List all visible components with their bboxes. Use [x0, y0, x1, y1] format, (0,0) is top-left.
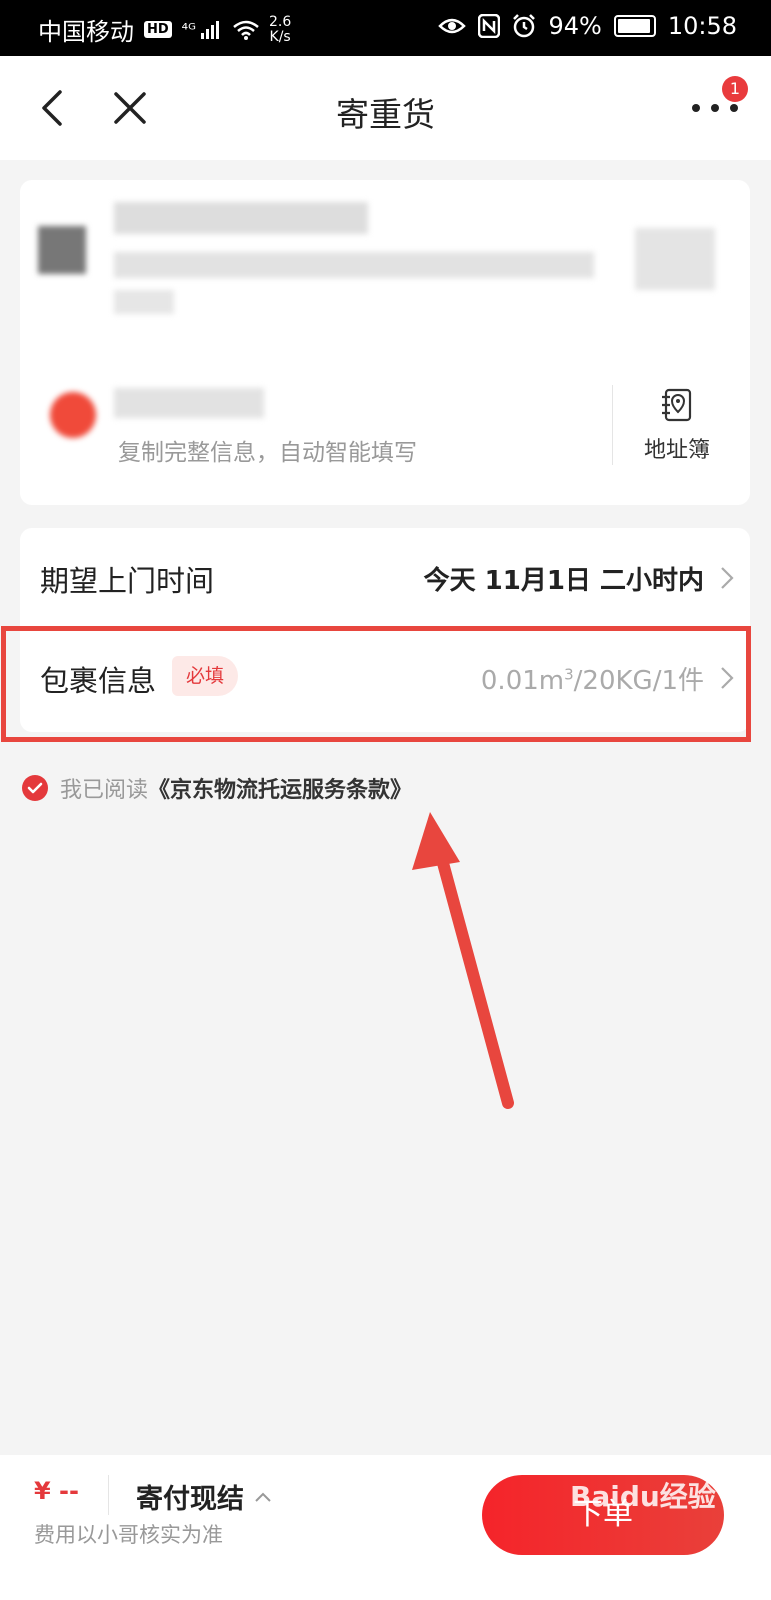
price-value: ¥ --: [34, 1477, 79, 1505]
payment-method-label: 寄付现结: [136, 1484, 244, 1515]
bottom-divider: [108, 1475, 109, 1515]
payment-method[interactable]: 寄付现结: [136, 1477, 272, 1516]
baidu-watermark: Baidu经验: [570, 1480, 716, 1513]
bottom-bar: ¥ -- 费用以小哥核实为准 寄付现结 下单 Baidu经验: [0, 1455, 771, 1600]
chevron-up-icon: [255, 1492, 271, 1502]
annotation-arrow: [412, 812, 514, 1109]
fee-note: 费用以小哥核实为准: [34, 1523, 223, 1547]
